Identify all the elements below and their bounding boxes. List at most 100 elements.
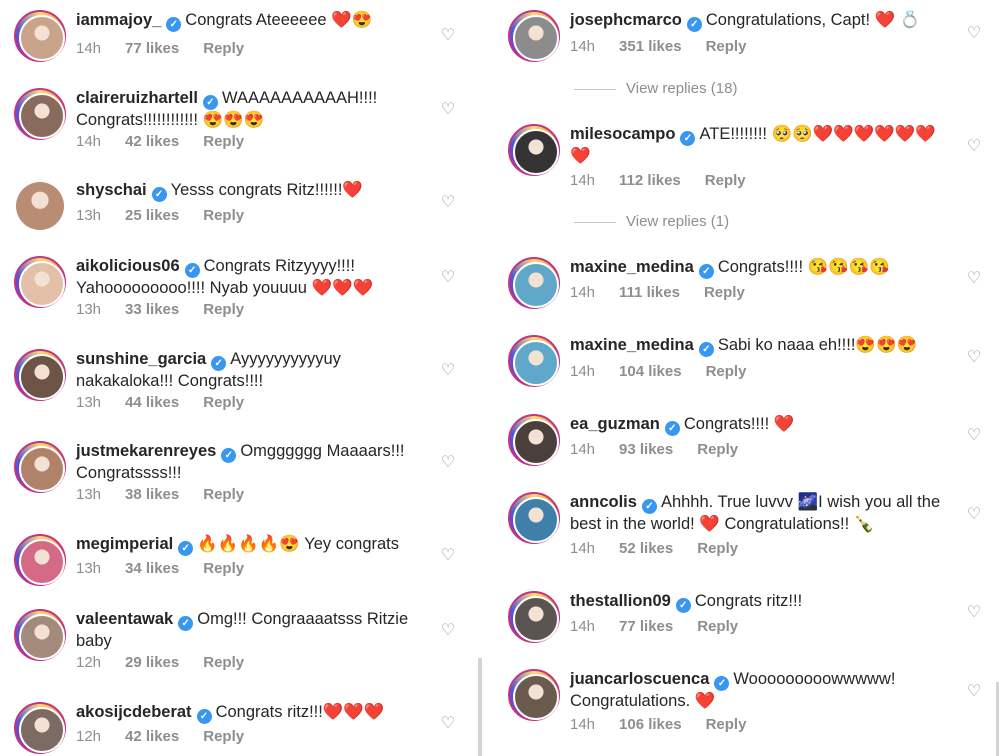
reply-button[interactable]: Reply xyxy=(203,394,244,411)
heart-outline-icon[interactable]: ♡ xyxy=(966,428,982,444)
comment-username[interactable]: maxine_medina xyxy=(570,336,694,354)
comment-timestamp[interactable]: 14h xyxy=(570,284,595,301)
comment-likes-count[interactable]: 93 likes xyxy=(619,441,673,458)
avatar[interactable] xyxy=(508,492,560,544)
avatar[interactable] xyxy=(508,414,560,466)
reply-button[interactable]: Reply xyxy=(203,133,244,150)
comment-timestamp[interactable]: 14h xyxy=(570,540,595,557)
avatar[interactable] xyxy=(14,441,66,493)
comment-likes-count[interactable]: 52 likes xyxy=(619,540,673,557)
comment-username[interactable]: aikolicious06 xyxy=(76,257,180,275)
reply-button[interactable]: Reply xyxy=(704,284,745,301)
heart-outline-icon[interactable]: ♡ xyxy=(440,548,456,564)
heart-outline-icon[interactable]: ♡ xyxy=(966,139,982,155)
comment-username[interactable]: sunshine_garcia xyxy=(76,350,206,368)
view-replies-label[interactable]: View replies (18) xyxy=(626,80,737,97)
heart-outline-icon[interactable]: ♡ xyxy=(966,507,982,523)
avatar[interactable] xyxy=(508,124,560,176)
avatar[interactable] xyxy=(508,591,560,643)
comment-timestamp[interactable]: 14h xyxy=(570,716,595,733)
comment-username[interactable]: thestallion09 xyxy=(570,592,671,610)
avatar[interactable] xyxy=(508,669,560,721)
avatar[interactable] xyxy=(14,256,66,308)
comment-timestamp[interactable]: 12h xyxy=(76,728,101,745)
reply-button[interactable]: Reply xyxy=(203,301,244,318)
heart-outline-icon[interactable]: ♡ xyxy=(966,684,982,700)
comment-likes-count[interactable]: 38 likes xyxy=(125,486,179,503)
comment-username[interactable]: claireruizhartell xyxy=(76,89,198,107)
reply-button[interactable]: Reply xyxy=(697,441,738,458)
comment-timestamp[interactable]: 14h xyxy=(570,172,595,189)
reply-button[interactable]: Reply xyxy=(203,560,244,577)
comment-likes-count[interactable]: 42 likes xyxy=(125,728,179,745)
comment-username[interactable]: shyschai xyxy=(76,181,147,199)
avatar[interactable] xyxy=(14,609,66,661)
comment-username[interactable]: justmekarenreyes xyxy=(76,442,216,460)
comment-likes-count[interactable]: 106 likes xyxy=(619,716,682,733)
avatar[interactable] xyxy=(508,10,560,62)
avatar[interactable] xyxy=(14,349,66,401)
heart-outline-icon[interactable]: ♡ xyxy=(440,363,456,379)
comment-timestamp[interactable]: 14h xyxy=(76,40,101,57)
reply-button[interactable]: Reply xyxy=(706,716,747,733)
comment-timestamp[interactable]: 13h xyxy=(76,560,101,577)
comment-likes-count[interactable]: 33 likes xyxy=(125,301,179,318)
reply-button[interactable]: Reply xyxy=(203,654,244,671)
comment-likes-count[interactable]: 34 likes xyxy=(125,560,179,577)
comment-username[interactable]: juancarloscuenca xyxy=(570,670,709,688)
reply-button[interactable]: Reply xyxy=(203,207,244,224)
comment-username[interactable]: milesocampo xyxy=(570,125,675,143)
heart-outline-icon[interactable]: ♡ xyxy=(440,623,456,639)
comment-timestamp[interactable]: 14h xyxy=(570,618,595,635)
comment-timestamp[interactable]: 14h xyxy=(570,38,595,55)
comment-username[interactable]: valeentawak xyxy=(76,610,173,628)
comment-timestamp[interactable]: 13h xyxy=(76,301,101,318)
comment-username[interactable]: josephcmarco xyxy=(570,11,682,29)
reply-button[interactable]: Reply xyxy=(697,618,738,635)
comment-timestamp[interactable]: 12h xyxy=(76,654,101,671)
scrollbar-left[interactable] xyxy=(478,658,482,756)
comment-likes-count[interactable]: 44 likes xyxy=(125,394,179,411)
comment-username[interactable]: anncolis xyxy=(570,493,637,511)
comment-timestamp[interactable]: 14h xyxy=(570,363,595,380)
avatar[interactable] xyxy=(14,88,66,140)
comment-likes-count[interactable]: 25 likes xyxy=(125,207,179,224)
comment-username[interactable]: megimperial xyxy=(76,535,173,553)
avatar[interactable] xyxy=(14,702,66,754)
avatar[interactable] xyxy=(14,534,66,586)
view-replies-link[interactable]: View replies (18) xyxy=(574,80,737,97)
comment-likes-count[interactable]: 77 likes xyxy=(125,40,179,57)
heart-outline-icon[interactable]: ♡ xyxy=(440,28,456,44)
comment-username[interactable]: iammajoy_ xyxy=(76,11,161,29)
comment-timestamp[interactable]: 14h xyxy=(570,441,595,458)
comment-likes-count[interactable]: 29 likes xyxy=(125,654,179,671)
comment-username[interactable]: akosijcdeberat xyxy=(76,703,192,721)
heart-outline-icon[interactable]: ♡ xyxy=(966,350,982,366)
heart-outline-icon[interactable]: ♡ xyxy=(440,270,456,286)
view-replies-link[interactable]: View replies (1) xyxy=(574,213,729,230)
reply-button[interactable]: Reply xyxy=(203,40,244,57)
comment-likes-count[interactable]: 351 likes xyxy=(619,38,682,55)
heart-outline-icon[interactable]: ♡ xyxy=(440,455,456,471)
reply-button[interactable]: Reply xyxy=(706,38,747,55)
comment-timestamp[interactable]: 14h xyxy=(76,133,101,150)
comment-username[interactable]: maxine_medina xyxy=(570,258,694,276)
heart-outline-icon[interactable]: ♡ xyxy=(440,195,456,211)
reply-button[interactable]: Reply xyxy=(706,363,747,380)
reply-button[interactable]: Reply xyxy=(705,172,746,189)
avatar[interactable] xyxy=(508,257,560,309)
reply-button[interactable]: Reply xyxy=(203,728,244,745)
comment-likes-count[interactable]: 112 likes xyxy=(619,172,681,189)
comment-timestamp[interactable]: 13h xyxy=(76,394,101,411)
scrollbar-right[interactable] xyxy=(996,682,999,756)
heart-outline-icon[interactable]: ♡ xyxy=(966,26,982,42)
avatar[interactable] xyxy=(14,10,66,62)
comment-timestamp[interactable]: 13h xyxy=(76,486,101,503)
avatar[interactable] xyxy=(508,335,560,387)
comment-likes-count[interactable]: 111 likes xyxy=(619,284,680,301)
reply-button[interactable]: Reply xyxy=(697,540,738,557)
heart-outline-icon[interactable]: ♡ xyxy=(440,102,456,118)
reply-button[interactable]: Reply xyxy=(203,486,244,503)
comment-likes-count[interactable]: 104 likes xyxy=(619,363,682,380)
heart-outline-icon[interactable]: ♡ xyxy=(966,271,982,287)
